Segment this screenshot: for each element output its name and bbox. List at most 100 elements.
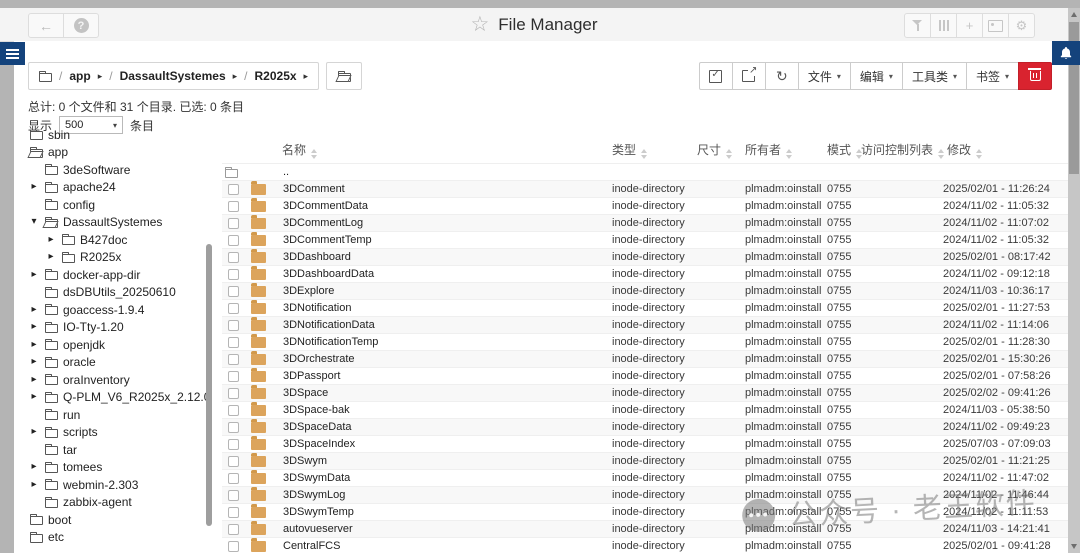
back-button[interactable]: ← bbox=[28, 13, 64, 38]
tree-item[interactable]: Q-PLM_V6_R2025x_2.12.0 bbox=[14, 389, 216, 407]
row-checkbox[interactable] bbox=[228, 524, 239, 535]
sort-icon[interactable] bbox=[311, 149, 317, 159]
row-checkbox[interactable] bbox=[228, 320, 239, 331]
row-checkbox[interactable] bbox=[228, 184, 239, 195]
chevron-right-icon[interactable]: ▸ bbox=[304, 71, 309, 82]
tree-item[interactable]: oraInventory bbox=[14, 371, 216, 389]
refresh-button[interactable]: ↻ bbox=[765, 62, 799, 90]
file-name[interactable]: 3DCommentTemp bbox=[282, 232, 612, 249]
row-checkbox[interactable] bbox=[228, 422, 239, 433]
tree-expand-icon[interactable] bbox=[28, 357, 40, 367]
help-button[interactable]: ? bbox=[63, 13, 99, 38]
file-name[interactable]: 3DSpace bbox=[282, 385, 612, 402]
file-name[interactable]: 3DCommentLog bbox=[282, 215, 612, 232]
parent-directory-row[interactable]: .. bbox=[222, 164, 1068, 181]
scroll-up-arrow-icon[interactable] bbox=[1071, 12, 1077, 17]
header-name[interactable]: 名称 bbox=[282, 137, 612, 164]
row-checkbox[interactable] bbox=[228, 303, 239, 314]
star-icon[interactable]: ☆ bbox=[470, 14, 489, 35]
breadcrumb-segment-dassaultsystemes[interactable]: DassaultSystemes bbox=[120, 69, 226, 83]
header-mode[interactable]: 模式 bbox=[827, 137, 861, 164]
tree-item[interactable]: IO-Tty-1.20 bbox=[14, 319, 216, 337]
table-row[interactable]: 3DNotification inode-directory plmadm:oi… bbox=[222, 300, 1068, 317]
table-row[interactable]: 3DNotificationData inode-directory plmad… bbox=[222, 317, 1068, 334]
table-row[interactable]: 3DDashboard inode-directory plmadm:oinst… bbox=[222, 249, 1068, 266]
table-row[interactable]: 3DComment inode-directory plmadm:oinstal… bbox=[222, 181, 1068, 198]
file-name[interactable]: 3DNotification bbox=[282, 300, 612, 317]
table-row[interactable]: 3DDashboardData inode-directory plmadm:o… bbox=[222, 266, 1068, 283]
menu-edit[interactable]: 编辑▾ bbox=[850, 62, 903, 90]
file-name[interactable]: 3DPassport bbox=[282, 368, 612, 385]
tree-expand-icon[interactable] bbox=[28, 305, 40, 315]
tree-expand-icon[interactable] bbox=[28, 480, 40, 490]
tree-expand-icon[interactable] bbox=[28, 462, 40, 472]
table-row[interactable]: 3DSwymData inode-directory plmadm:oinsta… bbox=[222, 470, 1068, 487]
table-row[interactable]: 3DCommentTemp inode-directory plmadm:oin… bbox=[222, 232, 1068, 249]
tree-expand-icon[interactable] bbox=[28, 427, 40, 437]
parent-directory-link[interactable]: .. bbox=[282, 164, 612, 181]
tree-item[interactable]: scripts bbox=[14, 424, 216, 442]
table-row[interactable]: 3DSpace inode-directory plmadm:oinstall … bbox=[222, 385, 1068, 402]
file-name[interactable]: CentralFCS bbox=[282, 538, 612, 553]
table-row[interactable]: CentralFCS inode-directory plmadm:oinsta… bbox=[222, 538, 1068, 553]
row-checkbox[interactable] bbox=[228, 235, 239, 246]
tree-item[interactable]: B427doc bbox=[14, 231, 216, 249]
header-modified[interactable]: 修改 bbox=[943, 137, 1068, 164]
table-row[interactable]: 3DPassport inode-directory plmadm:oinsta… bbox=[222, 368, 1068, 385]
row-checkbox[interactable] bbox=[228, 490, 239, 501]
menu-file[interactable]: 文件▾ bbox=[798, 62, 851, 90]
file-name[interactable]: 3DSpaceIndex bbox=[282, 436, 612, 453]
hamburger-menu-button[interactable] bbox=[0, 42, 25, 65]
chevron-right-icon[interactable]: ▸ bbox=[233, 71, 238, 82]
file-name[interactable]: autovueserver bbox=[282, 521, 612, 538]
tree-expand-icon[interactable] bbox=[28, 217, 40, 227]
share-button[interactable] bbox=[732, 62, 766, 90]
file-name[interactable]: 3DSpace-bak bbox=[282, 402, 612, 419]
row-checkbox[interactable] bbox=[228, 337, 239, 348]
tree-item[interactable]: webmin-2.303 bbox=[14, 476, 216, 494]
row-checkbox[interactable] bbox=[228, 201, 239, 212]
file-name[interactable]: 3DSwymData bbox=[282, 470, 612, 487]
table-row[interactable]: 3DSpaceData inode-directory plmadm:oinst… bbox=[222, 419, 1068, 436]
file-name[interactable]: 3DSpaceData bbox=[282, 419, 612, 436]
header-acl[interactable]: 访问控制列表 bbox=[861, 137, 943, 164]
tree-item[interactable]: 3deSoftware bbox=[14, 161, 216, 179]
table-row[interactable]: 3DNotificationTemp inode-directory plmad… bbox=[222, 334, 1068, 351]
file-name[interactable]: 3DComment bbox=[282, 181, 612, 198]
row-checkbox[interactable] bbox=[228, 218, 239, 229]
header-owner[interactable]: 所有者 bbox=[745, 137, 827, 164]
table-row[interactable]: 3DExplore inode-directory plmadm:oinstal… bbox=[222, 283, 1068, 300]
table-row[interactable]: 3DCommentLog inode-directory plmadm:oins… bbox=[222, 215, 1068, 232]
breadcrumb-segment-app[interactable]: app bbox=[69, 69, 90, 83]
tree-item[interactable]: run bbox=[14, 406, 216, 424]
file-name[interactable]: 3DNotificationData bbox=[282, 317, 612, 334]
tree-expand-icon[interactable] bbox=[45, 252, 57, 262]
open-path-button[interactable] bbox=[326, 62, 362, 90]
file-name[interactable]: 3DCommentData bbox=[282, 198, 612, 215]
tree-item[interactable]: config bbox=[14, 196, 216, 214]
tree-expand-icon[interactable] bbox=[45, 235, 57, 245]
tree-item[interactable]: goaccess-1.9.4 bbox=[14, 301, 216, 319]
breadcrumb-segment-r2025x[interactable]: R2025x bbox=[255, 69, 297, 83]
row-checkbox[interactable] bbox=[228, 405, 239, 416]
tree-item[interactable]: sbin bbox=[14, 130, 216, 144]
table-row[interactable]: autovueserver inode-directory plmadm:oin… bbox=[222, 521, 1068, 538]
tree-scrollbar-thumb[interactable] bbox=[206, 244, 212, 526]
row-checkbox[interactable] bbox=[228, 286, 239, 297]
row-checkbox[interactable] bbox=[228, 269, 239, 280]
tree-item[interactable]: openjdk bbox=[14, 336, 216, 354]
file-name[interactable]: 3DDashboard bbox=[282, 249, 612, 266]
file-name[interactable]: 3DOrchestrate bbox=[282, 351, 612, 368]
tree-item[interactable]: tomees bbox=[14, 459, 216, 477]
tree-item[interactable]: app bbox=[14, 144, 216, 162]
tree-item[interactable]: docker-app-dir bbox=[14, 266, 216, 284]
table-row[interactable]: 3DSwymTemp inode-directory plmadm:oinsta… bbox=[222, 504, 1068, 521]
tree-item[interactable]: tar bbox=[14, 441, 216, 459]
table-row[interactable]: 3DSwym inode-directory plmadm:oinstall 0… bbox=[222, 453, 1068, 470]
row-checkbox[interactable] bbox=[228, 252, 239, 263]
sort-icon[interactable] bbox=[641, 149, 647, 159]
file-name[interactable]: 3DSwym bbox=[282, 453, 612, 470]
menu-tools[interactable]: 工具类▾ bbox=[902, 62, 967, 90]
settings-button[interactable]: ⚙ bbox=[1008, 13, 1035, 38]
table-row[interactable]: 3DCommentData inode-directory plmadm:oin… bbox=[222, 198, 1068, 215]
